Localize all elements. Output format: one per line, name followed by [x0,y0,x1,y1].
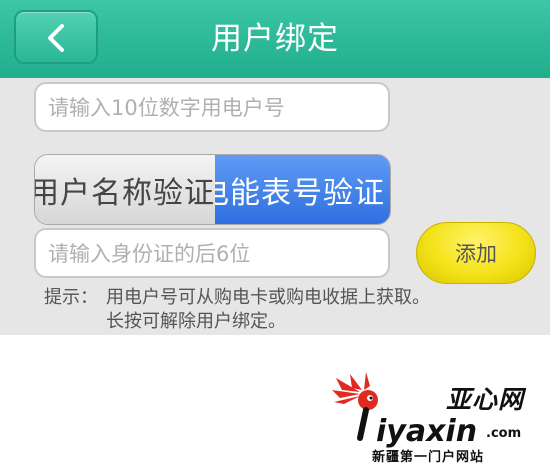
watermark-tld: .com [486,426,522,441]
hint-text: 提示： 用电户号可从购电卡或购电收据上获取。 长按可解除用户绑定。 [44,286,524,334]
hint-prefix: 提示： [44,287,98,308]
hint-line-1: 用电户号可从购电卡或购电收据上获取。 [106,287,430,308]
hint-line-2: 长按可解除用户绑定。 [106,311,286,332]
tab-meter-number-verification-label: 电能表号验证 [215,175,385,211]
add-button-label: 添加 [455,242,497,266]
navigation-bar: 用户绑定 [0,0,550,79]
binding-form: 请输入10位数字用电户号 用户名称验证 电能表号验证 请输入身份证的后6位 添加… [0,78,550,335]
tab-username-verification-label: 用户名称验证 [35,175,215,211]
page-title: 用户绑定 [211,21,339,57]
tab-meter-number-verification[interactable]: 电能表号验证 [215,155,390,224]
account-number-placeholder: 请输入10位数字用电户号 [48,96,285,120]
watermark-site-name: 亚心网 [446,385,525,414]
id-card-placeholder: 请输入身份证的后6位 [48,242,251,266]
verification-method-toggle: 用户名称验证 电能表号验证 [34,154,391,225]
account-number-input[interactable]: 请输入10位数字用电户号 [34,82,390,132]
watermark-domain: iyaxin [376,414,478,449]
id-card-last6-input[interactable]: 请输入身份证的后6位 [34,228,390,278]
watermark-tagline: 新疆第一门户网站 [372,450,485,465]
tab-username-verification[interactable]: 用户名称验证 [35,155,215,224]
add-button[interactable]: 添加 [416,222,536,284]
